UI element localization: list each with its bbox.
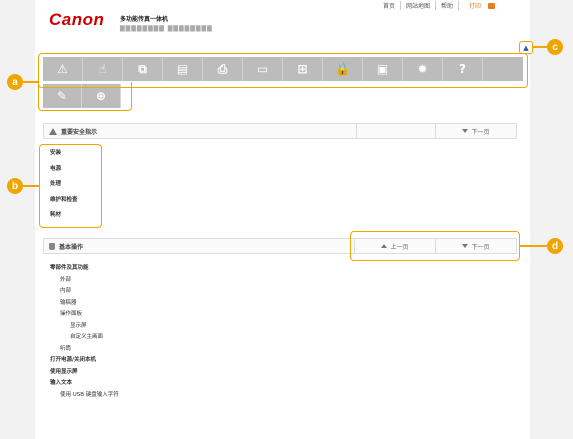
callout-leader-c: [533, 46, 547, 48]
basic-topic-link[interactable]: 听筒: [50, 344, 119, 356]
basic-topic-link[interactable]: 零部件及其功能: [50, 263, 119, 275]
print-link[interactable]: 打印: [457, 1, 500, 10]
canon-logo[interactable]: Canon: [49, 10, 104, 30]
safety-next-page-link[interactable]: 下一页: [435, 124, 516, 138]
printer-icon: [488, 2, 495, 9]
help-link[interactable]: 帮助: [434, 1, 458, 10]
basic-topic-link[interactable]: 内部: [50, 286, 119, 298]
callout-outline-a-row2: [38, 82, 132, 111]
basic-topic-list: 零部件及其功能 外部 内部 输稿器 操作面板 显示屏 自定义主画面 听筒 打开电源/关闭本机 使用…: [50, 263, 119, 401]
callout-leader-d: [520, 245, 547, 247]
basic-topic-link[interactable]: 显示屏: [50, 321, 119, 333]
top-links: 首页 网站地图 帮助 打印: [378, 1, 500, 10]
callout-badge-d: d: [547, 238, 563, 254]
hand-icon: [49, 242, 55, 250]
sitemap-link[interactable]: 网站地图: [399, 1, 435, 10]
callout-badge-b: b: [7, 178, 23, 194]
basic-topic-link[interactable]: 输入文本: [50, 378, 119, 390]
callout-leader-a: [23, 81, 39, 83]
safety-spacer: [356, 124, 435, 138]
basic-section-title: 基本操作: [59, 243, 84, 251]
callout-badge-c: c: [547, 39, 563, 55]
basic-topic-link[interactable]: 外部: [50, 275, 119, 287]
manual-page: Canon 多功能传真一体机 ▇▇▇▇▇▇▇▇ ▇▇▇▇▇▇▇▇ 首页 网站地图…: [35, 0, 533, 439]
product-model: ▇▇▇▇▇▇▇▇ ▇▇▇▇▇▇▇▇: [120, 25, 213, 32]
print-label: 打印: [468, 3, 481, 10]
callout-outline-d: [350, 231, 520, 261]
callout-outline-b: [39, 144, 102, 228]
basic-topic-link[interactable]: 自定义主画面: [50, 332, 119, 344]
basic-topic-link[interactable]: 操作面板: [50, 309, 119, 321]
basic-topic-link[interactable]: 输稿器: [50, 298, 119, 310]
basic-topic-link[interactable]: 使用 USB 键盘输入字符: [50, 390, 119, 402]
product-title: 多功能传真一体机: [120, 16, 169, 23]
next-page-label: 下一页: [471, 128, 490, 136]
home-link[interactable]: 首页: [378, 1, 400, 10]
safety-section-title: 重要安全指示: [61, 128, 98, 136]
arrow-up-icon: ▲: [523, 43, 529, 52]
callout-leader-b: [23, 185, 39, 187]
callout-badge-a: a: [7, 74, 23, 90]
basic-topic-link[interactable]: 打开电源/关闭本机: [50, 355, 119, 367]
safety-section-header: 重要安全指示 下一页: [43, 123, 517, 139]
triangle-down-icon: [462, 129, 469, 133]
basic-topic-link[interactable]: 使用显示屏: [50, 367, 119, 379]
warning-icon: [49, 127, 57, 135]
